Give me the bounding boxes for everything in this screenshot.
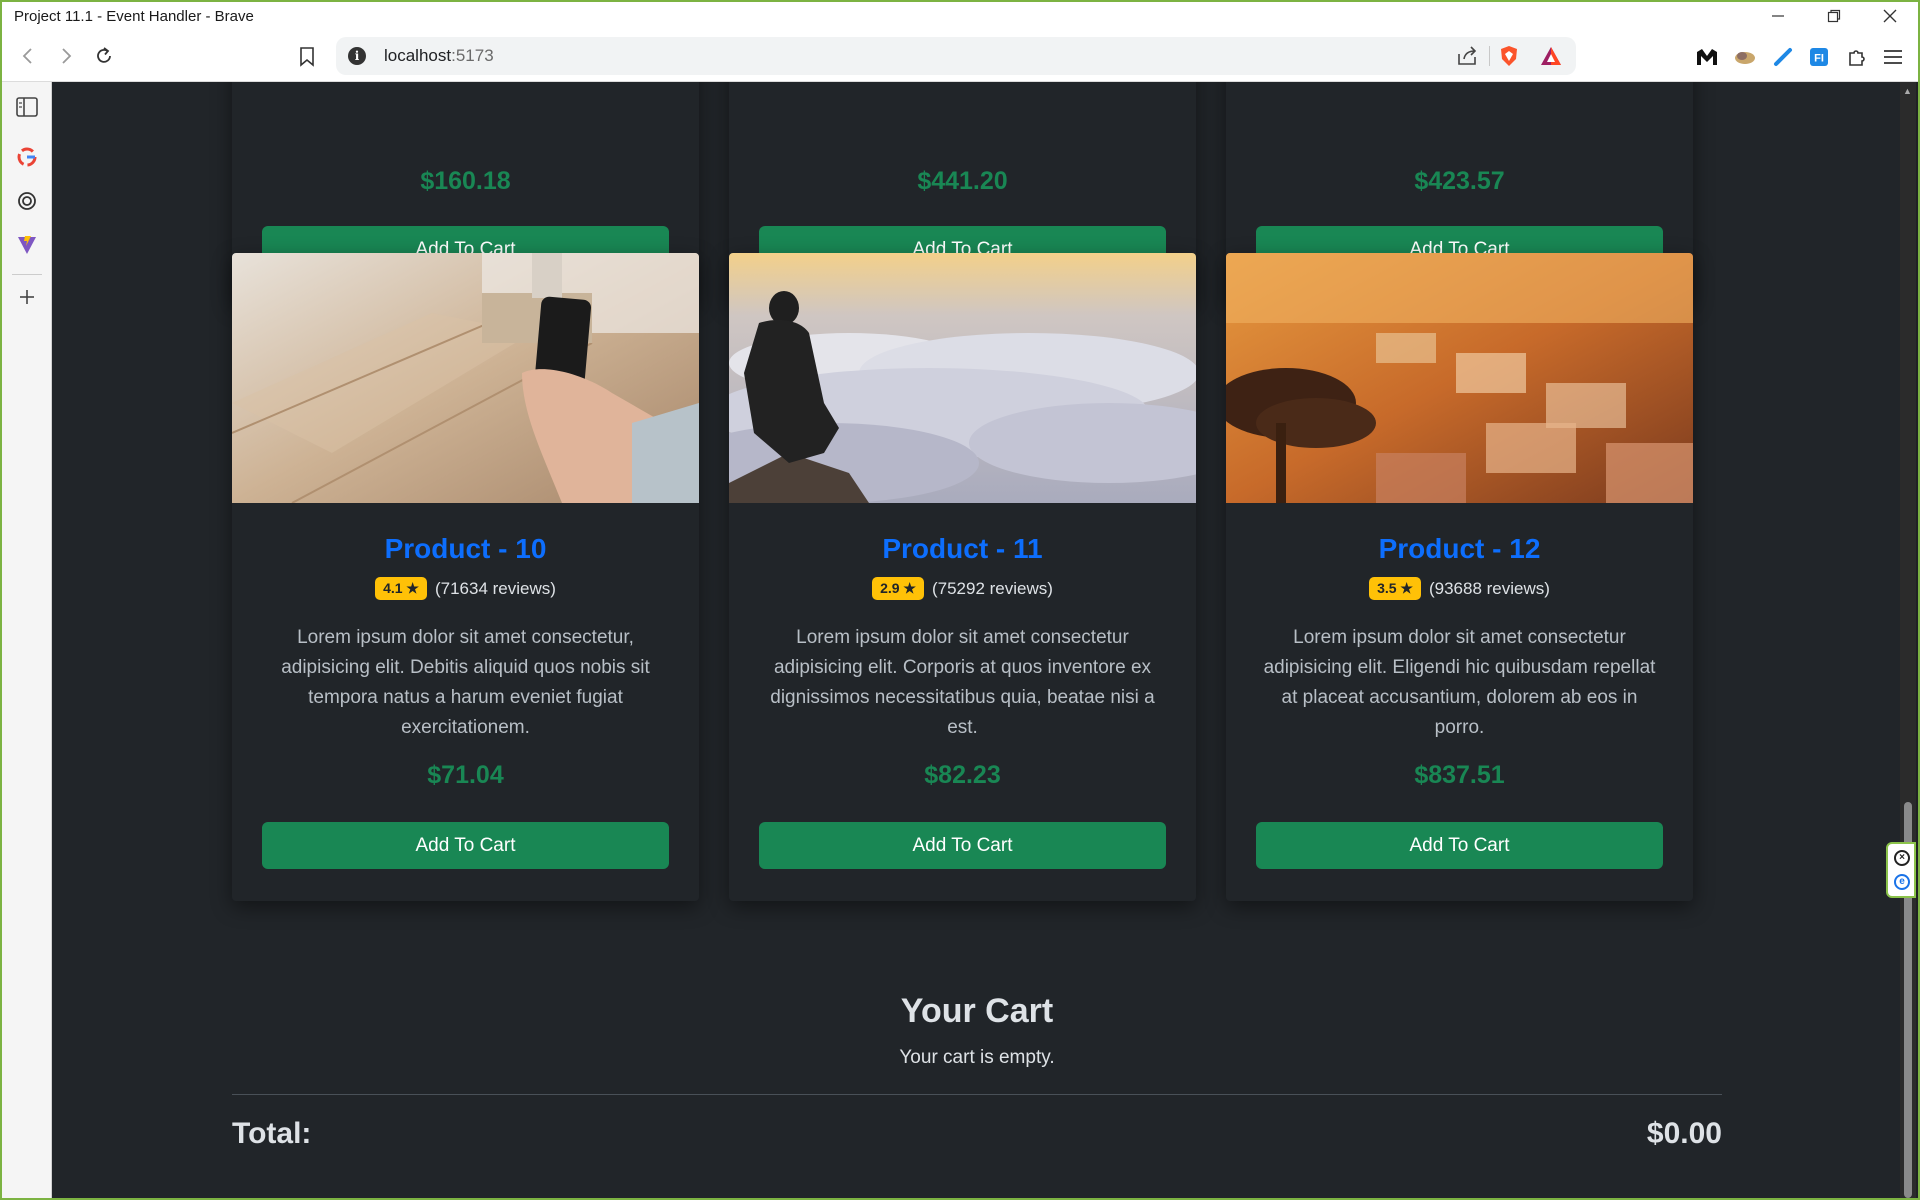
forward-arrow-icon bbox=[62, 48, 72, 64]
product-price: $71.04 bbox=[427, 761, 504, 789]
floating-widget: × e bbox=[1886, 842, 1916, 898]
sidebar bbox=[2, 82, 52, 1198]
add-to-cart-button[interactable]: Add To Cart bbox=[759, 822, 1166, 869]
vite-icon[interactable] bbox=[14, 232, 40, 258]
product-name[interactable]: Product - 12 bbox=[1226, 533, 1693, 565]
product-rating: 3.5 ★ (93688 reviews) bbox=[1226, 577, 1693, 600]
product-card-12: Product - 12 3.5 ★ (93688 reviews) Lorem… bbox=[1226, 253, 1693, 901]
product-price: $423.57 bbox=[1414, 167, 1505, 195]
rating-badge: 2.9 ★ bbox=[872, 577, 924, 600]
review-count: (93688 reviews) bbox=[1428, 578, 1550, 598]
extension-pen-icon[interactable] bbox=[1770, 44, 1796, 70]
product-description: Lorem ipsum dolor sit amet consectetur a… bbox=[770, 627, 1155, 738]
product-card-11: Product - 11 2.9 ★ (75292 reviews) Lorem… bbox=[729, 253, 1196, 901]
reload-icon bbox=[97, 47, 111, 63]
product-rating: 4.1 ★ (71634 reviews) bbox=[232, 577, 699, 600]
minimize-icon bbox=[1772, 15, 1784, 17]
extensions-puzzle-icon[interactable] bbox=[1844, 44, 1870, 70]
browser-toolbar: i localhost:5173 FI bbox=[2, 30, 1918, 82]
add-to-cart-button[interactable]: Add To Cart bbox=[1256, 822, 1663, 869]
restore-button[interactable] bbox=[1806, 2, 1862, 30]
share-icon[interactable] bbox=[1456, 45, 1478, 67]
page-content: $160.18 Add To Cart $441.20 Add To Cart … bbox=[52, 82, 1902, 1198]
bookmark-button[interactable] bbox=[292, 42, 322, 72]
back-arrow-icon bbox=[22, 48, 32, 64]
add-panel-icon[interactable] bbox=[14, 284, 40, 310]
close-window-button[interactable] bbox=[1862, 2, 1918, 30]
menu-hamburger-icon[interactable] bbox=[1880, 44, 1906, 70]
extension-fi-icon[interactable]: FI bbox=[1806, 44, 1832, 70]
widget-e-icon[interactable]: e bbox=[1894, 874, 1910, 890]
product-price: $441.20 bbox=[917, 167, 1008, 195]
restore-icon bbox=[1827, 9, 1841, 23]
product-image bbox=[1226, 253, 1693, 503]
add-to-cart-button[interactable]: Add To Cart bbox=[262, 822, 669, 869]
site-info-icon[interactable]: i bbox=[348, 47, 366, 65]
extension-m-icon[interactable] bbox=[1694, 44, 1720, 70]
total-label: Total: bbox=[232, 1117, 312, 1150]
cart-empty-message: Your cart is empty. bbox=[899, 1047, 1055, 1068]
url-text[interactable]: localhost:5173 bbox=[384, 46, 494, 66]
bookmark-icon bbox=[300, 47, 314, 67]
rating-badge: 3.5 ★ bbox=[1369, 577, 1421, 600]
extension-cloud-icon[interactable] bbox=[1732, 44, 1758, 70]
forward-button[interactable] bbox=[50, 40, 82, 72]
scrollbar[interactable]: ▲ bbox=[1900, 82, 1916, 1198]
product-description: Lorem ipsum dolor sit amet consectetur a… bbox=[1263, 627, 1656, 738]
product-name[interactable]: Product - 11 bbox=[729, 533, 1196, 565]
google-icon[interactable] bbox=[14, 144, 40, 170]
rating-badge: 4.1 ★ bbox=[375, 577, 427, 600]
product-name[interactable]: Product - 10 bbox=[232, 533, 699, 565]
brave-shields-icon[interactable] bbox=[1498, 45, 1520, 67]
address-bar[interactable]: i localhost:5173 bbox=[336, 37, 1576, 75]
url-port: :5173 bbox=[451, 46, 494, 65]
svg-text:FI: FI bbox=[1814, 53, 1824, 65]
cart-title: Your Cart bbox=[900, 992, 1054, 1030]
sidebar-toggle-icon[interactable] bbox=[14, 94, 40, 120]
brave-rewards-icon[interactable] bbox=[1540, 45, 1562, 67]
window-title: Project 11.1 - Event Handler - Brave bbox=[14, 7, 254, 25]
title-bar: Project 11.1 - Event Handler - Brave bbox=[2, 2, 1918, 30]
product-description: Lorem ipsum dolor sit amet consectetur, … bbox=[281, 627, 650, 738]
product-price: $837.51 bbox=[1414, 761, 1505, 789]
address-bar-divider bbox=[1489, 46, 1490, 66]
cart-divider bbox=[232, 1094, 1722, 1095]
product-rating: 2.9 ★ (75292 reviews) bbox=[729, 577, 1196, 600]
browser-window: Project 11.1 - Event Handler - Brave i l… bbox=[0, 0, 1920, 1200]
widget-close-icon[interactable]: × bbox=[1894, 850, 1910, 866]
reload-button[interactable] bbox=[88, 40, 120, 72]
product-price: $82.23 bbox=[924, 761, 1001, 789]
chatgpt-icon[interactable] bbox=[14, 188, 40, 214]
product-image bbox=[232, 253, 699, 503]
product-image bbox=[729, 253, 1196, 503]
total-value: $0.00 bbox=[1646, 1117, 1722, 1150]
product-card-10: Product - 10 4.1 ★ (71634 reviews) Lorem… bbox=[232, 253, 699, 901]
sidebar-divider bbox=[12, 274, 42, 275]
close-icon bbox=[1883, 9, 1897, 23]
review-count: (75292 reviews) bbox=[931, 578, 1053, 598]
url-host: localhost bbox=[384, 46, 452, 65]
product-price: $160.18 bbox=[420, 167, 511, 195]
review-count: (71634 reviews) bbox=[434, 578, 556, 598]
back-button[interactable] bbox=[12, 40, 44, 72]
minimize-button[interactable] bbox=[1750, 2, 1806, 30]
scroll-up-arrow-icon[interactable]: ▲ bbox=[1903, 86, 1913, 96]
